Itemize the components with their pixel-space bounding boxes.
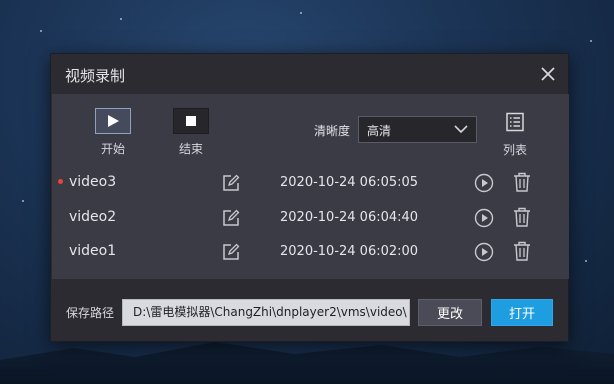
list-button[interactable]: 列表: [500, 112, 530, 158]
star: [22, 200, 24, 202]
recording-indicator-dot: [58, 179, 63, 184]
play-circle-icon[interactable]: [474, 208, 494, 228]
open-folder-button[interactable]: 打开: [491, 299, 553, 326]
star: [300, 12, 302, 14]
stop-box: [173, 108, 209, 134]
recording-time: 2020-10-24 06:04:40: [280, 210, 419, 225]
start-label: 开始: [100, 142, 125, 156]
change-path-label: 更改: [436, 307, 463, 322]
list-label: 列表: [502, 143, 527, 157]
close-button[interactable]: [538, 64, 558, 84]
recording-panel: 开始 结束 清晰度 高清 列表 video3 2020-10-24 06:05:…: [52, 94, 569, 279]
star: [120, 18, 122, 20]
star: [590, 40, 592, 42]
stop-label: 结束: [178, 142, 203, 156]
recording-name: video1: [69, 243, 117, 259]
video-record-dialog: 视频录制 开始 结束 清晰度 高清 列表 video3 2020-10-24 0…: [50, 53, 569, 342]
recording-time: 2020-10-24 06:02:00: [280, 244, 419, 259]
stop-record-button[interactable]: 结束: [171, 108, 211, 157]
recording-time: 2020-10-24 06:05:05: [280, 175, 419, 190]
close-icon: [541, 67, 555, 81]
quality-label: 清晰度: [314, 124, 351, 138]
trash-icon[interactable]: [513, 241, 531, 261]
quality-value: 高清: [367, 124, 392, 138]
start-box: [95, 108, 131, 134]
stop-icon: [186, 116, 196, 126]
start-record-button[interactable]: 开始: [93, 108, 133, 157]
save-path-label: 保存路径: [66, 306, 115, 320]
chevron-down-icon: [454, 125, 468, 134]
save-path-field[interactable]: D:\雷电模拟器\ChangZhi\dnplayer2\vms\video\: [122, 299, 410, 326]
recording-name: video3: [69, 174, 117, 190]
recording-row[interactable]: video1 2020-10-24 06:02:00: [52, 236, 569, 270]
play-circle-icon[interactable]: [474, 173, 494, 193]
recording-name: video2: [69, 209, 117, 225]
edit-icon[interactable]: [222, 174, 240, 192]
change-path-button[interactable]: 更改: [418, 299, 482, 326]
recording-row[interactable]: video2 2020-10-24 06:04:40: [52, 202, 569, 236]
list-icon: [506, 112, 524, 132]
save-path-value: D:\雷电模拟器\ChangZhi\dnplayer2\vms\video\: [133, 305, 407, 319]
trash-icon[interactable]: [513, 207, 531, 227]
dialog-title: 视频录制: [65, 67, 126, 85]
open-folder-label: 打开: [508, 307, 535, 322]
play-circle-icon[interactable]: [474, 242, 494, 262]
edit-icon[interactable]: [222, 209, 240, 227]
quality-select[interactable]: 高清: [358, 116, 477, 143]
recording-row[interactable]: video3 2020-10-24 06:05:05: [52, 167, 569, 201]
star: [585, 260, 587, 262]
star: [40, 30, 42, 32]
trash-icon[interactable]: [513, 172, 531, 192]
edit-icon[interactable]: [222, 243, 240, 261]
play-icon: [108, 115, 119, 127]
dialog-titlebar: 视频录制: [51, 54, 568, 94]
